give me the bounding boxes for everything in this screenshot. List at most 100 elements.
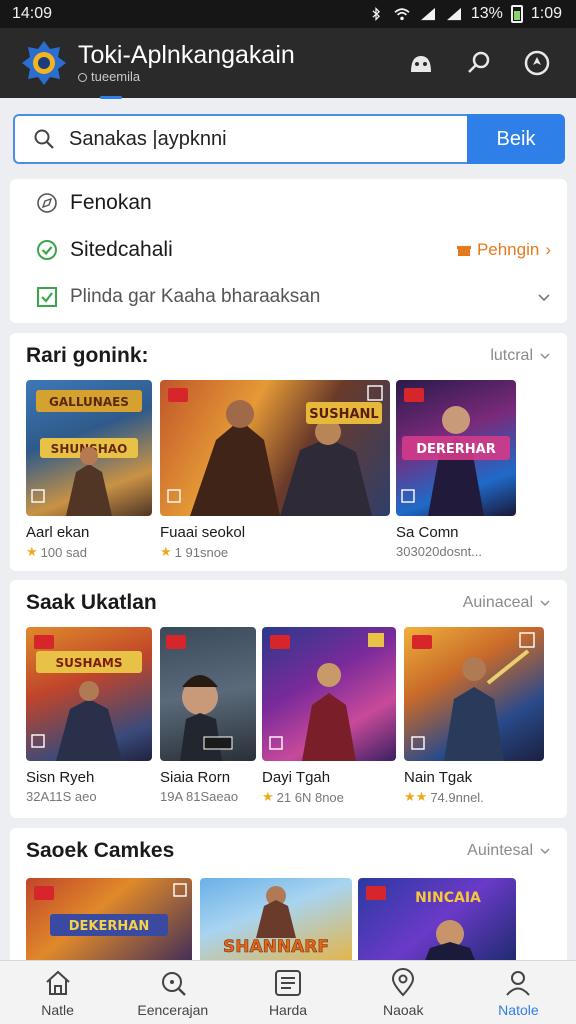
app-subtitle: tueemila bbox=[78, 69, 402, 85]
game-cover-image: SUSHANL bbox=[160, 380, 390, 516]
game-title: Siaia Rorn bbox=[160, 769, 231, 786]
search-button[interactable]: Beik bbox=[467, 114, 565, 164]
game-meta-text: 19A 81Saeao bbox=[160, 789, 239, 804]
game-title: Sa Comn bbox=[396, 524, 459, 541]
game-cover-image bbox=[262, 627, 396, 761]
nav-item-search[interactable]: Eencerajan bbox=[115, 961, 230, 1024]
game-tile[interactable]: SUSHANL Fuaai seokol ★ 1 91snoe bbox=[160, 380, 390, 560]
nav-item-list[interactable]: Harda bbox=[230, 961, 345, 1024]
menu-item-label: Sitedcahali bbox=[70, 237, 173, 261]
game-cover-image: SHANNARF bbox=[200, 878, 352, 968]
wifi-icon bbox=[394, 8, 410, 21]
game-title: Aarl ekan bbox=[26, 524, 90, 541]
game-cover-image: NINCAIA bbox=[358, 878, 516, 968]
game-tile[interactable]: Siaia Rorn 19A 81Saeao bbox=[160, 627, 256, 804]
menu-item-link[interactable]: Pehngin › bbox=[456, 239, 551, 260]
status-indicators: 13% 1:09 bbox=[367, 5, 562, 23]
game-cover-title: NINCAIA bbox=[415, 890, 481, 906]
search-bar: Beik bbox=[13, 114, 565, 164]
section-more-button[interactable]: Auinaceal bbox=[463, 594, 551, 612]
game-meta: 303020dosnt... bbox=[396, 544, 516, 559]
search-icon bbox=[34, 129, 54, 149]
game-tile[interactable]: NINCAIA bbox=[358, 878, 516, 968]
game-meta: ★★ 74.9nnel. bbox=[404, 789, 544, 805]
game-cover-title: GALLUNAES bbox=[49, 395, 129, 409]
game-tile[interactable]: GALLUNAESSHUNSHAO Aarl ekan ★100 sad bbox=[26, 380, 152, 560]
battery-icon bbox=[510, 5, 523, 23]
signal-icon bbox=[420, 7, 435, 21]
search-field[interactable] bbox=[13, 114, 467, 164]
section-header: Saoek Camkes Auintesal bbox=[10, 828, 567, 874]
game-meta-text: 1 91snoe bbox=[174, 544, 229, 560]
checkbox-icon bbox=[36, 286, 58, 308]
menu-item-verified[interactable]: Sitedcahali Pehngin › bbox=[36, 226, 551, 273]
app-bar: Toki-Aplnkangakain tueemila bbox=[0, 28, 576, 98]
game-tile[interactable]: DERERHAR Sa Comn 303020dosnt... bbox=[396, 380, 516, 559]
profile-icon bbox=[506, 970, 531, 996]
game-cover-image: DEKERHAN bbox=[26, 878, 192, 968]
mascot-icon bbox=[411, 56, 431, 72]
chevron-down-icon[interactable] bbox=[537, 290, 551, 304]
notification-button[interactable] bbox=[402, 44, 440, 82]
section-more-label: lutcral bbox=[490, 347, 533, 364]
section-title: Saak Ukatlan bbox=[26, 591, 157, 614]
game-section: Saak Ukatlan Auinaceal SUSHAMS Sisn Ryeh… bbox=[10, 580, 567, 818]
game-meta: 32A11S aeo bbox=[26, 789, 152, 804]
menu-item-explore[interactable]: Fenokan bbox=[36, 179, 551, 226]
search-icon bbox=[161, 971, 186, 996]
signal-icon bbox=[446, 7, 461, 21]
game-meta: 19A 81Saeao bbox=[160, 789, 256, 804]
game-cover-image: DERERHAR bbox=[396, 380, 516, 516]
section-more-label: Auintesal bbox=[467, 842, 533, 859]
chevron-down-icon bbox=[540, 353, 550, 359]
app-actions bbox=[402, 44, 556, 82]
section-more-button[interactable]: lutcral bbox=[490, 347, 551, 365]
game-meta: ★ 100 sad bbox=[26, 544, 152, 560]
quick-menu: Fenokan Sitedcahali Pehngin › Plinda gar… bbox=[10, 179, 567, 323]
game-meta-text: 74.9nnel. bbox=[430, 789, 484, 805]
tab-indicator bbox=[100, 96, 122, 99]
section-header: Rari gonink: lutcral bbox=[10, 333, 567, 379]
info-icon bbox=[78, 72, 87, 82]
nav-item-label: Harda bbox=[268, 1001, 308, 1018]
chevron-right-icon: › bbox=[545, 239, 551, 259]
search-action-button[interactable] bbox=[460, 44, 498, 82]
bottom-navigation: Natle Eencerajan Harda Naoak Natole bbox=[0, 960, 576, 1024]
menu-item-label: Plinda gar Kaaha bharaaksan bbox=[70, 285, 321, 307]
status-time-left: 14:09 bbox=[12, 5, 53, 22]
game-title: Fuaai seokol bbox=[160, 524, 246, 541]
nav-item-label: Natole bbox=[498, 1001, 539, 1018]
game-meta: ★ 1 91snoe bbox=[160, 544, 390, 560]
star-icon: ★ bbox=[160, 544, 172, 559]
nav-item-home[interactable]: Natle bbox=[0, 961, 115, 1024]
game-cover-image: GALLUNAESSHUNSHAO bbox=[26, 380, 152, 516]
star-icon: ★ bbox=[26, 544, 38, 559]
game-section: Saoek Camkes Auintesal DEKERHAN SHANNARF… bbox=[10, 828, 567, 968]
nav-item-profile[interactable]: Natole bbox=[461, 961, 576, 1024]
status-bar: 14:09 13% 1:09 bbox=[0, 0, 576, 28]
game-cover-title: SUSHANL bbox=[309, 407, 378, 422]
game-meta-text: 21 6N 8noe bbox=[276, 789, 344, 805]
game-title: Sisn Ryeh bbox=[26, 769, 95, 786]
menu-item-checklist[interactable]: Plinda gar Kaaha bharaaksan bbox=[36, 273, 551, 320]
menu-item-label: Fenokan bbox=[70, 190, 152, 214]
search-input[interactable] bbox=[69, 127, 449, 151]
game-cover-image: SUSHAMS bbox=[26, 627, 152, 761]
game-cover-title: SUSHAMS bbox=[56, 656, 123, 670]
game-tile[interactable]: SHANNARF bbox=[200, 878, 352, 968]
game-section: Rari gonink: lutcral GALLUNAESSHUNSHAO A… bbox=[10, 333, 567, 571]
nav-item-location[interactable]: Naoak bbox=[346, 961, 461, 1024]
search-icon bbox=[468, 51, 490, 73]
game-meta-text: 32A11S aeo bbox=[26, 789, 97, 804]
game-tile[interactable]: Nain Tgak ★★ 74.9nnel. bbox=[404, 627, 544, 805]
location-button[interactable] bbox=[518, 44, 556, 82]
game-tile[interactable]: SUSHAMS Sisn Ryeh 32A11S aeo bbox=[26, 627, 152, 804]
nav-item-label: Naoak bbox=[382, 1001, 424, 1018]
game-cover-title: DEKERHAN bbox=[69, 919, 149, 934]
check-circle-icon bbox=[36, 239, 58, 261]
battery-percent: 13% bbox=[470, 5, 503, 22]
app-subtitle-text: tueemila bbox=[91, 69, 141, 84]
game-tile[interactable]: Dayi Tgah ★ 21 6N 8noe bbox=[262, 627, 396, 805]
game-tile[interactable]: DEKERHAN bbox=[26, 878, 192, 968]
section-more-button[interactable]: Auintesal bbox=[467, 842, 551, 860]
